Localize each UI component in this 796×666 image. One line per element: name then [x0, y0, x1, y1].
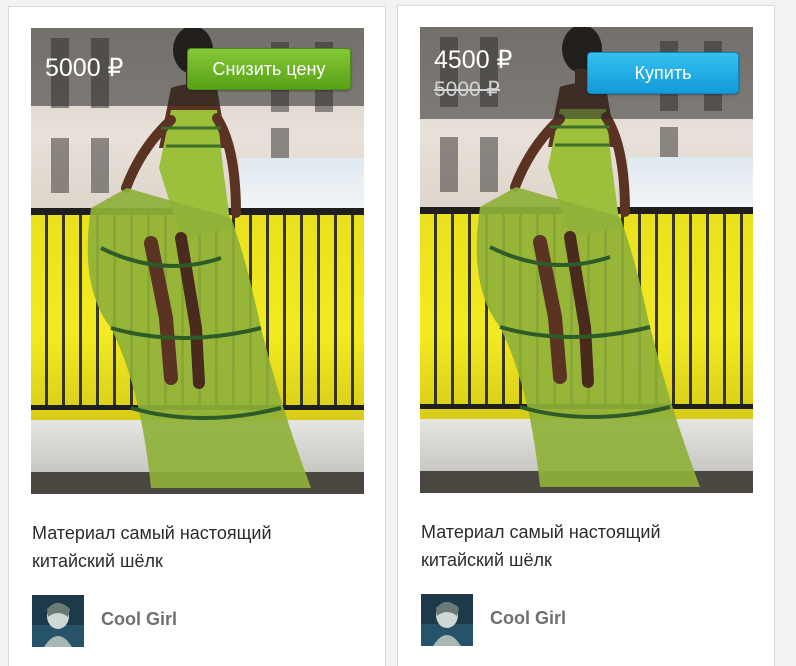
old-price-label: 5000 ₽ [434, 78, 500, 101]
avatar[interactable] [421, 594, 473, 646]
feed-page: 5000 ₽ Снизить цену Материал самый насто… [0, 0, 796, 666]
price-label: 4500 ₽ [434, 46, 513, 74]
lower-price-button[interactable]: Снизить цену [187, 48, 351, 90]
product-description: Материал самый настоящий китайский шёлк [32, 519, 352, 575]
description-line-2: китайский шёлк [421, 550, 552, 570]
price-label: 5000 ₽ [45, 54, 124, 82]
author-name[interactable]: Cool Girl [101, 609, 177, 630]
product-card-1[interactable]: 5000 ₽ Снизить цену Материал самый насто… [8, 6, 386, 666]
product-description: Материал самый настоящий китайский шёлк [421, 518, 741, 574]
description-line-1: Материал самый настоящий [32, 523, 272, 543]
product-photo[interactable]: 5000 ₽ Снизить цену [31, 28, 364, 494]
buy-button[interactable]: Купить [587, 52, 739, 94]
product-card-2[interactable]: 4500 ₽ 5000 ₽ Купить Материал самый наст… [397, 5, 775, 666]
author-name[interactable]: Cool Girl [490, 608, 566, 629]
description-line-1: Материал самый настоящий [421, 522, 661, 542]
avatar[interactable] [32, 595, 84, 647]
product-photo[interactable]: 4500 ₽ 5000 ₽ Купить [420, 27, 753, 493]
description-line-2: китайский шёлк [32, 551, 163, 571]
